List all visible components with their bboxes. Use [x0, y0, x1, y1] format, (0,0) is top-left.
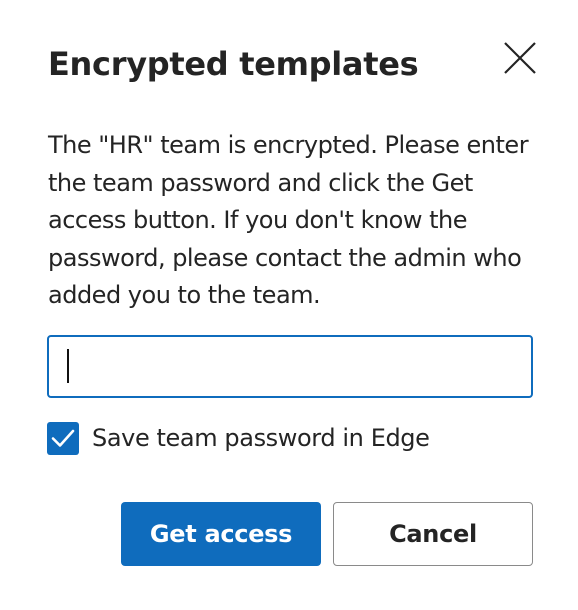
close-icon: [504, 42, 536, 74]
team-password-input[interactable]: [47, 335, 533, 398]
save-password-checkbox[interactable]: [47, 421, 79, 455]
text-cursor: [67, 349, 69, 383]
cancel-button[interactable]: Cancel: [333, 502, 533, 566]
dialog-title: Encrypted templates: [48, 45, 419, 83]
dialog-message: The "HR" team is encrypted. Please enter…: [48, 131, 529, 309]
encrypted-templates-dialog: Encrypted templates The "HR" team is enc…: [0, 0, 578, 610]
close-button[interactable]: [496, 34, 544, 82]
save-password-label: Save team password in Edge: [92, 424, 430, 452]
get-access-button[interactable]: Get access: [121, 502, 321, 566]
checkmark-icon: [51, 429, 75, 447]
save-password-option[interactable]: Save team password in Edge: [47, 421, 430, 455]
